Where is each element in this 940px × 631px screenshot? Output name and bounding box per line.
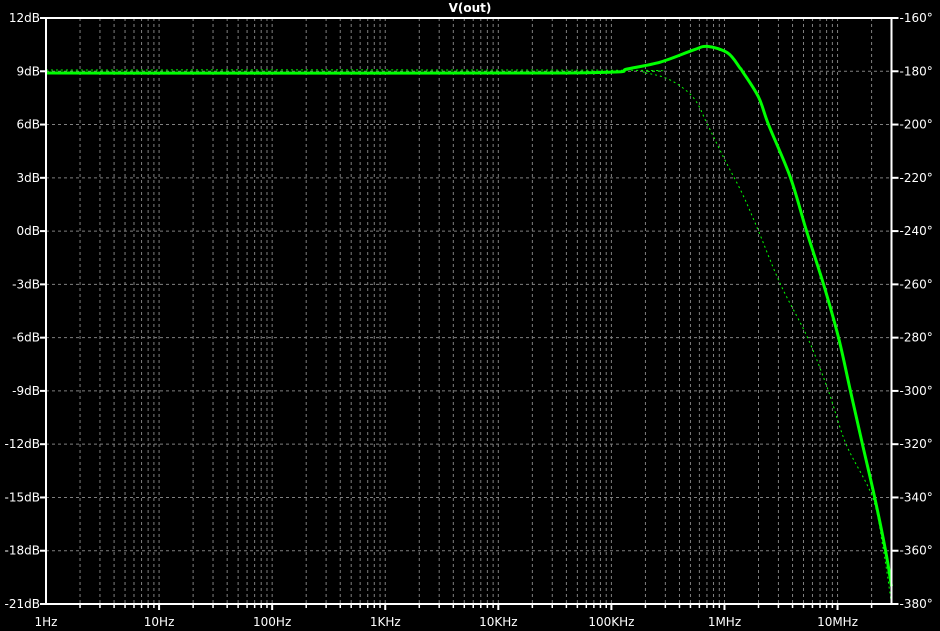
left-y-tick-label: -6dB — [12, 331, 40, 345]
x-tick-label: 10MHz — [817, 615, 858, 629]
left-y-tick-label: -12dB — [5, 437, 40, 451]
right-y-tick-label: -180° — [900, 64, 933, 78]
right-y-tick-label: -160° — [900, 11, 933, 25]
grid — [46, 18, 892, 604]
left-y-tick-label: 9dB — [17, 64, 40, 78]
x-tick-label: 100Hz — [253, 615, 291, 629]
left-y-tick-label: -21dB — [5, 597, 40, 611]
left-y-tick-label: -9dB — [12, 384, 40, 398]
left-y-tick-label: 0dB — [17, 224, 40, 238]
phase-trace — [45, 69, 892, 605]
bode-plot: V(out) 1Hz 10Hz 100Hz 1KHz 10KHz 100KHz 1MHz 10… — [5, 1, 933, 629]
left-y-tick-label: -15dB — [5, 490, 40, 504]
left-y-tick-label: -3dB — [12, 277, 40, 291]
axes — [40, 17, 899, 610]
right-y-tick-label: -380° — [900, 597, 933, 611]
left-y-tick-label: 3dB — [17, 171, 40, 185]
left-y-tick-label: 12dB — [9, 11, 40, 25]
magnitude-trace — [45, 44, 893, 587]
chart-title: V(out) — [449, 1, 492, 15]
x-tick-label: 1Hz — [35, 615, 58, 629]
x-tick-label: 1KHz — [370, 615, 401, 629]
left-y-tick-label: 6dB — [17, 118, 40, 132]
right-y-tick-label: -280° — [900, 331, 933, 345]
right-y-tick-label: -320° — [900, 437, 933, 451]
right-y-tick-label: -360° — [900, 544, 933, 558]
right-y-tick-label: -240° — [900, 224, 933, 238]
x-tick-label: 10KHz — [479, 615, 517, 629]
right-y-tick-label: -260° — [900, 277, 933, 291]
traces — [45, 44, 893, 605]
right-y-tick-label: -340° — [900, 490, 933, 504]
right-y-tick-label: -220° — [900, 171, 933, 185]
right-y-tick-label: -300° — [900, 384, 933, 398]
tick-labels: 1Hz 10Hz 100Hz 1KHz 10KHz 100KHz 1MHz 10MHz 12dB… — [5, 11, 933, 629]
x-tick-label: 10Hz — [144, 615, 175, 629]
x-tick-label: 100KHz — [588, 615, 634, 629]
left-y-tick-label: -18dB — [5, 544, 40, 558]
x-tick-label: 1MHz — [708, 615, 741, 629]
right-y-tick-label: -200° — [900, 118, 933, 132]
